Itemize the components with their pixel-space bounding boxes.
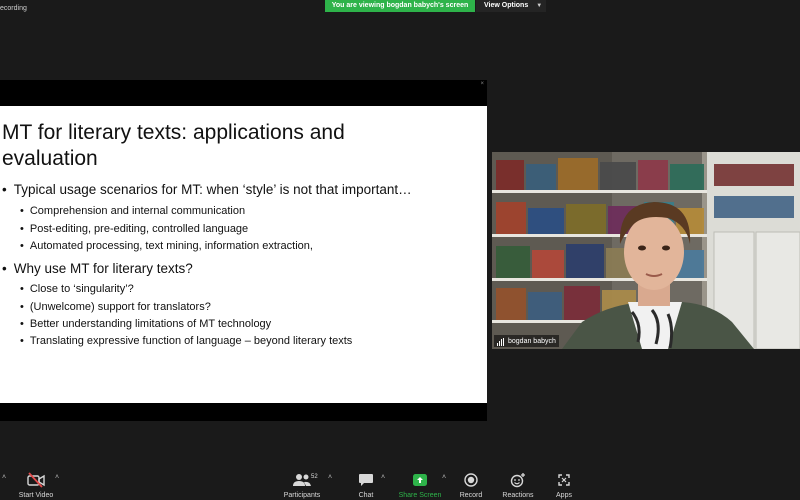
record-label: Record [459, 492, 483, 499]
sub-bullet: • Automated processing, text mining, info… [20, 240, 313, 252]
signal-icon [497, 336, 505, 346]
record-icon [464, 473, 478, 487]
sub-bullet: • (Unwelcome) support for translators? [20, 301, 211, 313]
presentation-slide: MT for literary texts: applications and … [0, 106, 487, 403]
participants-label: Participants [283, 492, 321, 499]
participants-count: 52 [311, 474, 318, 480]
slide-title-line-2: evaluation [2, 147, 98, 170]
share-screen-button[interactable]: Share Screen [396, 472, 444, 499]
video-off-icon [27, 472, 45, 488]
slide-title: MT for literary texts: applications and … [2, 120, 422, 172]
chat-button[interactable]: Chat [352, 472, 380, 499]
share-screen-label: Share Screen [398, 492, 442, 499]
shared-screen: × MT for literary texts: applications an… [0, 80, 487, 421]
chat-icon [359, 474, 373, 486]
record-button[interactable]: Record [457, 472, 485, 499]
start-video-button[interactable]: Start Video [18, 472, 54, 499]
apps-icon [558, 474, 570, 486]
start-video-label: Start Video [18, 492, 54, 499]
view-options-label: View Options [484, 2, 529, 9]
participant-video[interactable]: bogdan babych [492, 152, 800, 349]
slide-title-line-1: MT for literary texts: applications and [2, 121, 345, 144]
participant-name: bogdan babych [508, 337, 556, 345]
chevron-up-icon[interactable]: ˄ [381, 474, 385, 481]
bullet-usage-scenarios: • Typical usage scenarios for MT: when ‘s… [2, 182, 412, 197]
meeting-toolbar: ˄ Start Video ˄ Participants 52 ˄ Chat ˄ [0, 466, 800, 500]
reactions-icon [510, 473, 525, 488]
participant-name-label: bogdan babych [494, 335, 559, 347]
view-options-button[interactable]: View Options ▼ [476, 0, 546, 12]
reactions-label: Reactions [502, 492, 534, 499]
sub-bullet: • Comprehension and internal communicatio… [20, 205, 246, 217]
sub-bullet: • Close to ‘singularity’? [20, 283, 134, 295]
video-feed [492, 152, 800, 349]
apps-button[interactable]: Apps [552, 472, 576, 499]
viewing-screen-banner: You are viewing bogdan babych's screen [325, 0, 475, 12]
apps-label: Apps [556, 492, 572, 499]
bullet-why-use-mt: • Why use MT for literary texts? [2, 261, 193, 276]
sub-bullet: • Post-editing, pre-editing, controlled l… [20, 223, 249, 235]
sub-bullet: • Translating expressive function of lang… [20, 335, 353, 347]
recording-indicator: ecording [0, 5, 27, 12]
sub-bullet: • Better understanding limitations of MT … [20, 318, 272, 330]
share-screen-icon [413, 474, 427, 486]
chevron-up-icon[interactable]: ˄ [442, 474, 446, 481]
reactions-button[interactable]: Reactions [500, 472, 536, 499]
close-icon[interactable]: × [480, 81, 484, 87]
participants-icon [293, 474, 311, 486]
chevron-down-icon: ▼ [536, 3, 543, 9]
chat-label: Chat [358, 492, 374, 499]
chevron-up-icon[interactable]: ˄ [328, 474, 332, 481]
chevron-up-icon[interactable]: ˄ [55, 474, 59, 481]
chevron-up-icon[interactable]: ˄ [2, 474, 6, 481]
